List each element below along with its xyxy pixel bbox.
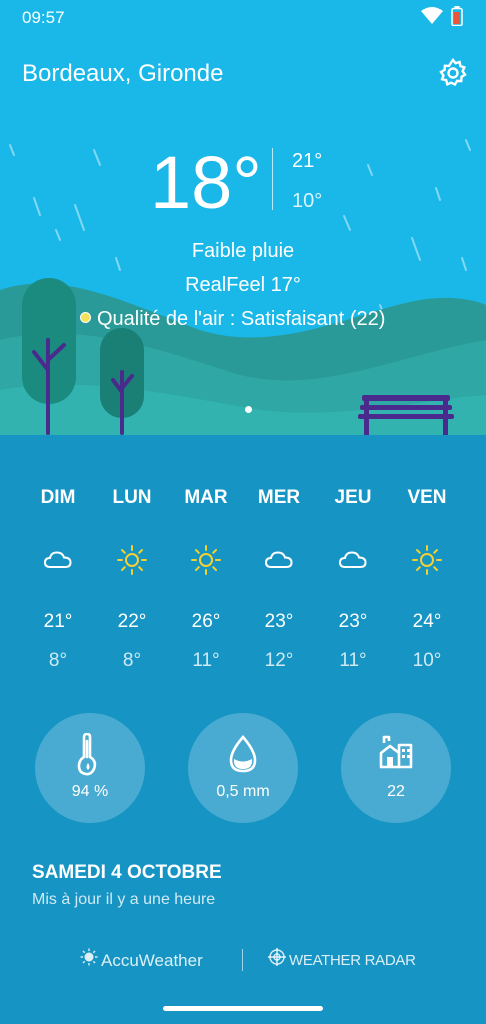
gesture-nav-bar[interactable] [163,1006,323,1011]
cloud-icon [263,544,295,581]
day-name: JEU [334,487,372,508]
city-name[interactable]: Bordeaux, Gironde [22,60,223,88]
precipitation-card[interactable]: 0,5 mm [188,713,298,823]
sun-icon [190,544,222,581]
day-high: 26° [191,611,221,632]
day-low: 12° [264,650,294,671]
condition-text: Faible pluie [191,240,295,262]
precipitation-value: 0,5 mm [216,783,270,800]
air-quality-line[interactable]: Qualité de l'air : Satisfaisant (22) [80,308,385,331]
realfeel-text: RealFeel 17° [185,274,301,296]
day-low: 11° [192,650,220,671]
day-low: 8° [48,650,68,671]
battery-icon [451,6,463,31]
day-low: 8° [122,650,142,671]
weather-radar-link[interactable]: WEATHER RADAR [268,948,416,972]
day-low: 11° [339,650,367,671]
status-bar: 09:57 [0,0,486,34]
day-low: 10° [412,650,442,671]
current-temperature: 18° [150,141,262,224]
current-date: SAMEDI 4 OCTOBRE [32,862,222,883]
radar-target-icon [268,948,286,970]
sun-icon [116,544,148,581]
day-high: 22° [117,611,147,632]
today-low: 10° [292,190,323,212]
day-high: 23° [338,611,368,632]
water-drop-icon [225,733,261,782]
weather-radar-label: WEATHER RADAR [289,951,416,969]
status-time: 09:57 [22,8,65,27]
day-high: 24° [412,611,442,632]
humidity-value: 94 % [71,783,109,800]
page-indicator [245,406,252,413]
gear-icon[interactable] [438,58,468,93]
air-quality-card[interactable]: 22 [341,713,451,823]
air-quality-building-icon [378,733,414,782]
day-high: 21° [43,611,73,632]
sun-icon [411,544,443,581]
day-name: DIM [40,487,76,508]
air-quality-text: Qualité de l'air : Satisfaisant (22) [97,308,386,330]
air-quality-value: 22 [387,783,405,800]
accuweather-sun-icon [80,948,98,971]
cloud-icon [42,544,74,581]
cloud-icon [337,544,369,581]
today-high: 21° [292,150,323,172]
updated-text: Mis à jour il y a une heure [32,891,216,908]
day-name: VEN [407,487,447,508]
thermometer-drop-icon [72,732,108,782]
humidity-card[interactable]: 94 % [35,713,145,823]
day-name: MER [257,487,301,508]
accuweather-link[interactable]: AccuWeather [80,948,203,973]
wifi-icon [421,7,443,30]
brand-divider [242,949,243,971]
day-name: LUN [112,487,152,508]
day-high: 23° [264,611,294,632]
day-name: MAR [184,487,228,508]
accuweather-label: AccuWeather [101,950,203,970]
air-quality-dot-icon [80,312,91,324]
temp-divider [272,148,273,210]
